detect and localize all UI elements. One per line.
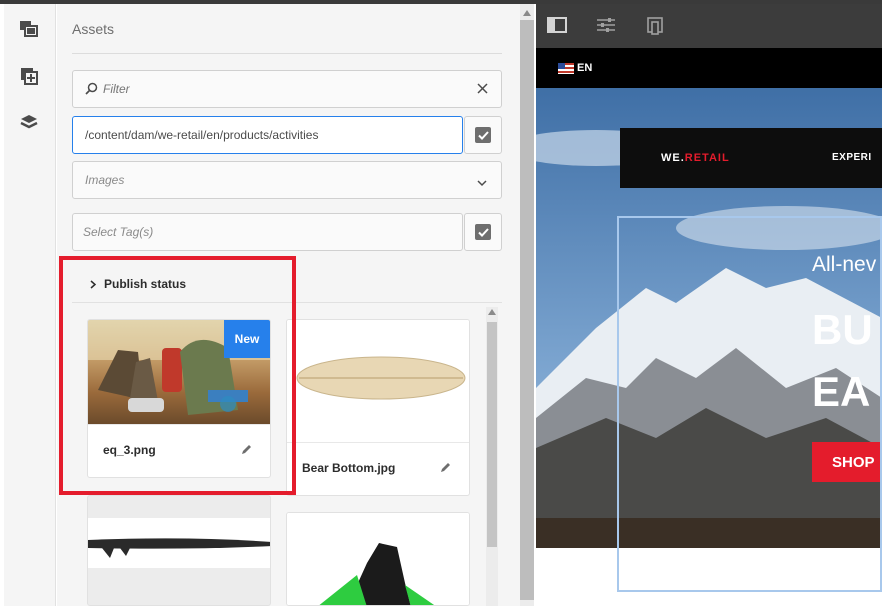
assets-panel: Assets /content/dam/we-retail/en/product… <box>57 4 520 606</box>
page-editor: EN WE.RETAIL EXPERI All-nev BU EA SHOP <box>536 4 882 606</box>
path-field[interactable]: /content/dam/we-retail/en/products/activ… <box>72 116 463 154</box>
asset-name: Bear Bottom.jpg <box>302 461 396 475</box>
site-logo[interactable]: WE.RETAIL <box>661 152 730 164</box>
edit-icon[interactable] <box>439 461 453 475</box>
search-icon <box>85 82 99 96</box>
filter-input[interactable] <box>103 82 463 96</box>
tags-field[interactable]: Select Tag(s) <box>72 213 463 251</box>
path-value: /content/dam/we-retail/en/products/activ… <box>85 128 319 142</box>
asset-thumbnail <box>287 320 469 442</box>
properties-icon[interactable] <box>596 16 618 36</box>
panel-scrollbar[interactable] <box>520 4 534 606</box>
site-preview: EN WE.RETAIL EXPERI All-nev BU EA SHOP <box>536 48 882 548</box>
scroll-thumb[interactable] <box>487 322 497 547</box>
asset-card[interactable]: Bear Bottom.jpg <box>286 319 470 496</box>
chevron-right-icon <box>90 279 96 289</box>
tags-confirm-button[interactable] <box>464 213 502 251</box>
checkmark-icon <box>475 224 491 240</box>
asset-card[interactable] <box>87 495 271 606</box>
chevron-down-icon <box>477 176 487 190</box>
editor-toolbar <box>536 4 882 48</box>
side-rail <box>4 4 56 606</box>
hero-title-line2: EA <box>812 368 871 415</box>
nav-item-experience[interactable]: EXPERI <box>832 152 872 163</box>
type-select[interactable]: Images <box>72 161 502 199</box>
emulator-icon[interactable] <box>645 16 667 36</box>
path-confirm-button[interactable] <box>464 116 502 154</box>
new-badge: New <box>224 320 270 358</box>
asset-name: eq_3.png <box>103 443 156 457</box>
side-panel-icon[interactable] <box>547 16 569 36</box>
edit-icon[interactable] <box>240 443 254 457</box>
language-label[interactable]: EN <box>577 62 592 74</box>
asset-card[interactable]: New eq_3.png <box>87 319 271 478</box>
publish-status-label: Publish status <box>104 277 187 291</box>
tags-placeholder: Select Tag(s) <box>83 225 154 239</box>
panel-title: Assets <box>72 21 115 37</box>
scroll-up-icon[interactable] <box>523 10 531 16</box>
layers-icon[interactable] <box>16 110 42 136</box>
scroll-up-icon[interactable] <box>488 309 496 315</box>
divider <box>287 442 469 443</box>
assets-icon[interactable] <box>16 16 42 42</box>
asset-thumbnail <box>287 513 469 605</box>
asset-card[interactable] <box>286 512 470 606</box>
language-bar: EN <box>536 48 882 88</box>
us-flag-icon[interactable] <box>558 63 574 74</box>
hero-banner: WE.RETAIL EXPERI All-nev BU EA SHOP <box>536 88 882 548</box>
type-select-value: Images <box>85 173 125 187</box>
scroll-thumb[interactable] <box>520 20 534 600</box>
clear-icon[interactable] <box>477 83 489 95</box>
divider <box>88 424 270 425</box>
site-navigation: WE.RETAIL EXPERI <box>620 128 882 188</box>
asset-list-scrollbar[interactable] <box>486 307 498 606</box>
asset-thumbnail <box>88 518 270 568</box>
publish-status-toggle[interactable]: Publish status <box>72 266 502 302</box>
checkmark-icon <box>475 127 491 143</box>
filter-field[interactable] <box>72 70 502 108</box>
hero-subtitle: All-nev <box>812 253 877 276</box>
divider <box>72 302 502 303</box>
components-icon[interactable] <box>16 63 42 89</box>
shop-button[interactable]: SHOP <box>812 442 882 482</box>
divider <box>72 53 502 54</box>
hero-title-line1: BU <box>812 306 873 353</box>
app-root: Assets /content/dam/we-retail/en/product… <box>0 0 882 606</box>
